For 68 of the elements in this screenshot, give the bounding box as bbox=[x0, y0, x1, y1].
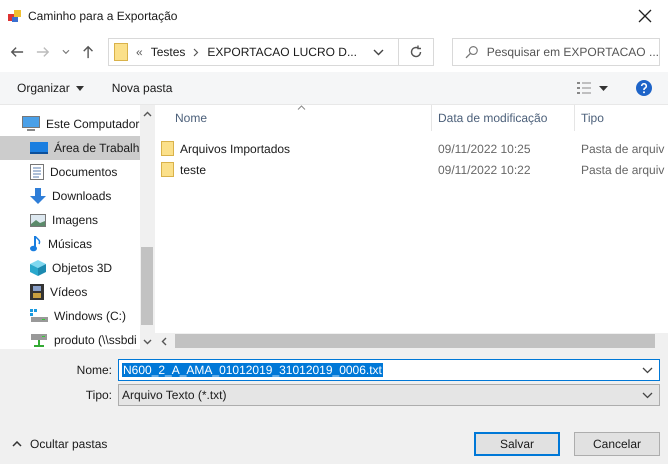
folder-icon bbox=[161, 162, 174, 177]
chevron-down-icon bbox=[642, 392, 653, 398]
scroll-up-icon[interactable] bbox=[142, 111, 152, 117]
cube-icon bbox=[30, 260, 46, 276]
nav-item[interactable]: Músicas bbox=[0, 232, 140, 256]
nav-item[interactable]: Área de Trabalh bbox=[0, 136, 140, 160]
search-icon bbox=[464, 45, 479, 59]
column-header[interactable]: Data de modificação bbox=[432, 105, 575, 131]
address-bar[interactable]: « Testes EXPORTACAO LUCRO D... bbox=[108, 38, 434, 66]
app-icon bbox=[8, 9, 22, 23]
image-icon bbox=[30, 214, 46, 226]
nav-item[interactable]: Imagens bbox=[0, 208, 140, 232]
breadcrumb[interactable]: EXPORTACAO LUCRO D... bbox=[207, 45, 357, 59]
organize-button[interactable]: Organizar bbox=[8, 77, 93, 99]
chevron-up-icon bbox=[12, 441, 22, 447]
field-label: Tipo: bbox=[84, 388, 113, 402]
file-type-dropdown[interactable]: Arquivo Texto (*.txt) bbox=[118, 384, 660, 406]
scrollbar-thumb[interactable] bbox=[175, 334, 655, 348]
monitor-icon bbox=[22, 116, 40, 132]
chevron-down-icon[interactable] bbox=[372, 48, 384, 56]
download-arrow-icon bbox=[30, 188, 46, 204]
file-type: Pasta de arquiv bbox=[581, 142, 664, 156]
network-drive-icon bbox=[30, 332, 48, 348]
field-label: Nome: bbox=[76, 363, 113, 377]
file-name-field[interactable]: N600_2_A_AMA_01012019_31012019_0006.txt bbox=[118, 359, 660, 381]
chevron-down-icon bbox=[642, 366, 653, 374]
nav-item[interactable]: Vídeos bbox=[0, 280, 140, 304]
hide-folders-button[interactable]: Ocultar pastas bbox=[12, 437, 108, 451]
desktop-icon bbox=[30, 141, 48, 155]
caret-icon[interactable] bbox=[599, 86, 608, 90]
column-header[interactable]: Nome bbox=[155, 105, 432, 131]
nav-item[interactable]: Este Computador bbox=[0, 112, 140, 136]
chevron-down-icon[interactable] bbox=[62, 49, 70, 55]
dialog-button[interactable]: Salvar bbox=[474, 432, 560, 456]
caret-icon bbox=[76, 86, 84, 90]
nav-item[interactable]: Objetos 3D bbox=[0, 256, 140, 280]
back-arrow-icon[interactable] bbox=[10, 45, 24, 59]
file-name[interactable]: Arquivos Importados bbox=[180, 142, 290, 156]
scroll-left-icon[interactable] bbox=[161, 336, 167, 346]
drive-icon bbox=[30, 309, 48, 323]
breadcrumb-overflow[interactable]: « bbox=[136, 45, 143, 59]
up-arrow-icon[interactable] bbox=[82, 44, 94, 60]
nav-item[interactable]: produto (\\ssbdi bbox=[0, 328, 140, 349]
modified-date: 09/11/2022 10:22 bbox=[438, 162, 531, 176]
document-icon bbox=[30, 164, 44, 180]
music-note-icon bbox=[30, 236, 42, 252]
search-field[interactable]: Pesquisar em EXPORTACAO ... bbox=[452, 38, 660, 66]
nav-item[interactable]: Downloads bbox=[0, 184, 140, 208]
view-options-icon[interactable] bbox=[577, 82, 591, 94]
close-icon[interactable] bbox=[638, 9, 652, 23]
file-type: Pasta de arquiv bbox=[581, 162, 664, 176]
nav-item[interactable]: Windows (C:) bbox=[0, 304, 140, 328]
breadcrumb[interactable]: Testes bbox=[150, 45, 186, 59]
nav-item[interactable]: Documentos bbox=[0, 160, 140, 184]
folder-icon bbox=[161, 141, 174, 156]
column-header[interactable]: Tipo bbox=[575, 105, 668, 131]
folder-icon bbox=[114, 43, 128, 61]
scrollbar-thumb[interactable] bbox=[141, 246, 153, 324]
chevron-right-icon bbox=[193, 48, 200, 56]
window-title: Caminho para a Exportação bbox=[28, 9, 178, 23]
file-name[interactable]: teste bbox=[180, 162, 206, 176]
new-folder-button[interactable]: Nova pasta bbox=[102, 77, 182, 99]
help-icon[interactable] bbox=[636, 80, 652, 96]
film-icon bbox=[30, 284, 44, 300]
modified-date: 09/11/2022 10:25 bbox=[438, 142, 531, 156]
scroll-down-icon[interactable] bbox=[142, 339, 152, 345]
dialog-button[interactable]: Cancelar bbox=[574, 432, 660, 456]
refresh-icon bbox=[408, 45, 423, 59]
